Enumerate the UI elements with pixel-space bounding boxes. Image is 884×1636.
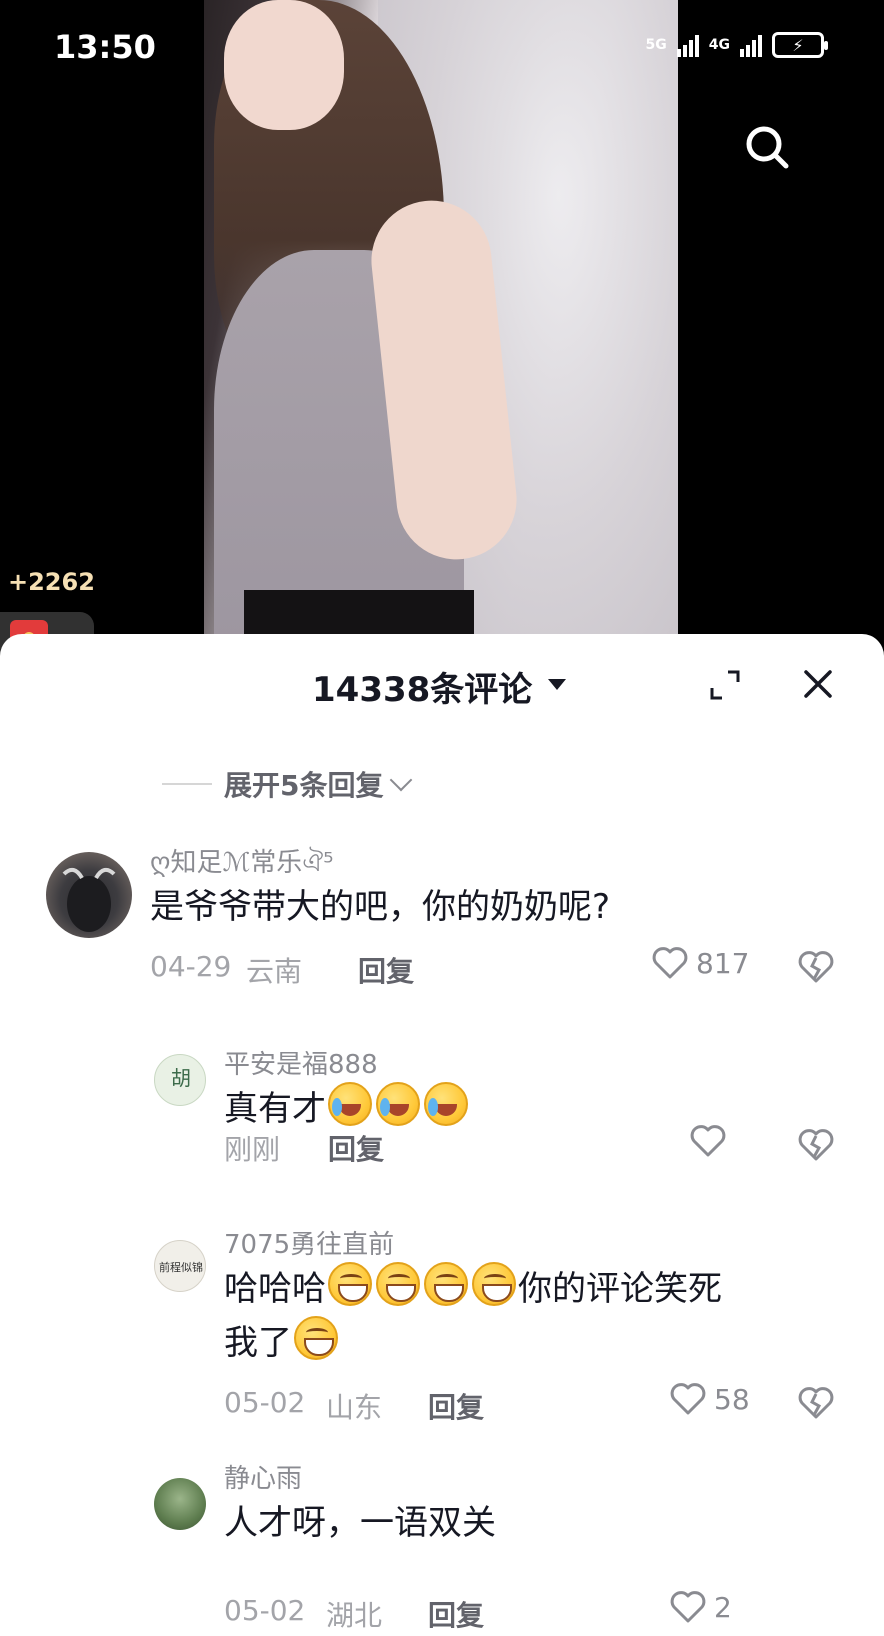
heart-icon bbox=[652, 947, 688, 979]
like-button[interactable]: 58 bbox=[670, 1382, 750, 1416]
laugh-cry-emoji-icon bbox=[328, 1082, 372, 1126]
battery-charging-icon: ⚡ bbox=[772, 32, 828, 58]
reply-location: 山东 bbox=[326, 1391, 383, 1424]
signal-4g-label: 4G bbox=[708, 37, 730, 53]
video-frame[interactable] bbox=[204, 0, 678, 650]
grin-emoji-icon bbox=[424, 1262, 468, 1306]
dislike-icon[interactable] bbox=[798, 1386, 834, 1424]
svg-text:前程似锦: 前程似锦 bbox=[159, 1260, 203, 1274]
reply-text-line2: 我了 bbox=[224, 1316, 340, 1370]
like-button[interactable]: 2 bbox=[670, 1590, 732, 1624]
reply-text-content: 真有才 bbox=[224, 1089, 326, 1129]
laugh-cry-emoji-icon bbox=[424, 1082, 468, 1126]
search-icon[interactable] bbox=[740, 120, 796, 176]
avatar[interactable]: 胡 bbox=[154, 1054, 206, 1106]
comments-header: 14338条评论 bbox=[0, 634, 884, 714]
avatar[interactable] bbox=[46, 852, 132, 938]
like-count: 2 bbox=[714, 1590, 732, 1624]
status-time: 13:50 bbox=[54, 28, 156, 66]
reply-username[interactable]: 静心雨 bbox=[224, 1458, 302, 1495]
comment-location: 云南 bbox=[246, 955, 303, 988]
chevron-down-icon bbox=[390, 768, 413, 792]
expand-replies-label: 展开5条回复 bbox=[224, 769, 384, 802]
like-count: 58 bbox=[714, 1382, 750, 1416]
reply-button[interactable]: 回复 bbox=[428, 1594, 484, 1634]
like-count: 817 bbox=[696, 946, 750, 980]
signal-5g-label: 5G bbox=[645, 37, 667, 53]
signal-bars-icon bbox=[676, 33, 699, 57]
like-button[interactable] bbox=[690, 1124, 734, 1158]
heart-icon bbox=[670, 1591, 706, 1623]
reply-text-part2: 你的评论笑死 bbox=[518, 1269, 722, 1309]
laugh-cry-emoji-icon bbox=[376, 1082, 420, 1126]
avatar[interactable] bbox=[154, 1478, 206, 1530]
grin-emoji-icon bbox=[294, 1316, 338, 1360]
heart-icon bbox=[690, 1125, 726, 1157]
avatar[interactable]: 前程似锦 bbox=[154, 1240, 206, 1292]
reply-button[interactable]: 回复 bbox=[328, 1128, 384, 1168]
reply-text: 人才呀，一语双关 bbox=[224, 1503, 496, 1543]
grin-emoji-icon bbox=[472, 1262, 516, 1306]
grin-emoji-icon bbox=[328, 1262, 372, 1306]
comments-count-title[interactable]: 14338条评论 bbox=[312, 662, 532, 711]
reply-button[interactable]: 回复 bbox=[358, 950, 414, 990]
expand-icon[interactable] bbox=[708, 668, 742, 702]
grin-emoji-icon bbox=[376, 1262, 420, 1306]
reply-text-part1: 哈哈哈 bbox=[224, 1269, 326, 1309]
status-icons: 5G 4G ⚡ bbox=[645, 32, 828, 58]
comment-date: 04-29 bbox=[150, 950, 232, 983]
reply-date: 05-02 bbox=[224, 1386, 306, 1419]
expand-divider bbox=[162, 783, 212, 785]
reply-button[interactable]: 回复 bbox=[428, 1386, 484, 1426]
video-person-face bbox=[224, 0, 344, 130]
comment-text: 是爷爷带大的吧，你的奶奶呢? bbox=[150, 887, 611, 927]
expand-replies-button[interactable]: 展开5条回复 bbox=[162, 764, 413, 804]
heart-icon bbox=[670, 1383, 706, 1415]
clipped-previous-row bbox=[150, 714, 850, 734]
comments-panel: 14338条评论 展开5条回复 ღ知足ℳ常乐ঐ⁵ 是爷爷带大的吧，你的奶奶呢? … bbox=[0, 634, 884, 1636]
dislike-icon[interactable] bbox=[798, 950, 834, 988]
reply-date: 05-02 bbox=[224, 1594, 306, 1627]
video-player[interactable]: 13:50 5G 4G ⚡ +2262 › bbox=[0, 0, 884, 682]
caret-down-icon[interactable] bbox=[548, 679, 566, 690]
reply-username[interactable]: 平安是福888 bbox=[224, 1044, 378, 1081]
like-button[interactable]: 817 bbox=[652, 946, 749, 980]
close-icon[interactable] bbox=[800, 666, 836, 702]
signal-bars-icon-2 bbox=[740, 33, 762, 57]
dislike-icon[interactable] bbox=[798, 1128, 834, 1166]
reply-date: 刚刚 bbox=[224, 1133, 281, 1166]
reply-text: 哈哈哈 你的评论笑死 bbox=[224, 1262, 722, 1316]
reply-username[interactable]: 7075勇往直前 bbox=[224, 1224, 394, 1261]
svg-text:胡: 胡 bbox=[171, 1066, 191, 1090]
coin-count: +2262 bbox=[8, 568, 95, 596]
reply-location: 湖北 bbox=[326, 1599, 383, 1632]
reply-text-part3: 我了 bbox=[224, 1323, 292, 1363]
